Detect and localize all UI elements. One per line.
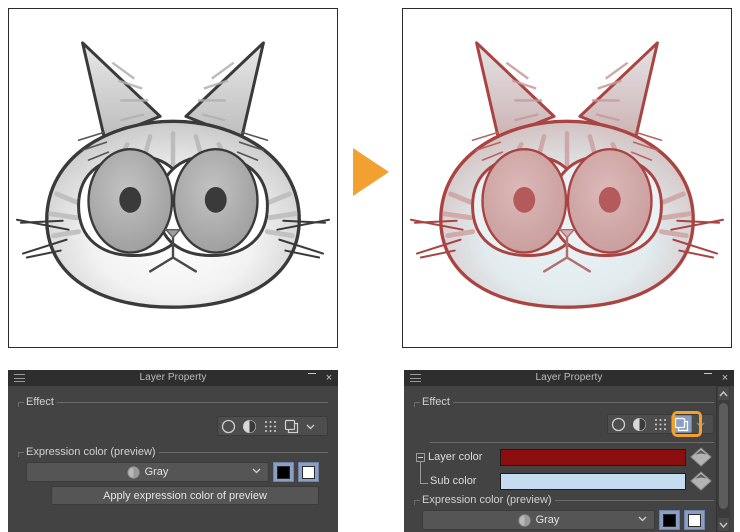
panel-titlebar[interactable]: Layer Property × xyxy=(8,370,338,386)
layer-property-panel-before: Layer Property × Effect Expression color… xyxy=(8,370,338,532)
artwork-panel-before xyxy=(8,8,338,348)
effect-icon-strip-after[interactable] xyxy=(607,414,714,434)
expression-color-value: Gray xyxy=(535,514,560,526)
tree-line-vertical xyxy=(420,462,421,484)
chevron-down-icon[interactable] xyxy=(251,465,262,479)
expression-color-select[interactable]: Gray xyxy=(26,462,269,482)
effect-none-icon[interactable] xyxy=(608,415,629,433)
artwork-panel-after xyxy=(402,8,732,348)
panel-title: Layer Property xyxy=(535,372,603,383)
scroll-up-button[interactable] xyxy=(718,387,729,400)
hamburger-icon[interactable] xyxy=(14,374,25,382)
gray-circle-icon xyxy=(126,465,140,479)
effect-halftone-icon[interactable] xyxy=(650,415,671,433)
primary-color-swatch[interactable] xyxy=(659,510,680,530)
close-button[interactable]: × xyxy=(720,370,730,386)
chevron-down-icon[interactable] xyxy=(692,415,708,433)
expression-color-group-label: Expression color (preview) xyxy=(24,446,159,458)
secondary-color-swatch[interactable] xyxy=(684,510,705,530)
layer-color-field[interactable] xyxy=(500,449,686,466)
effect-group-label: Effect xyxy=(420,396,453,408)
apply-expression-color-button[interactable]: Apply expression color of preview xyxy=(51,486,319,505)
pupil-left xyxy=(119,186,142,213)
expression-color-value: Gray xyxy=(144,466,169,478)
pupil-right xyxy=(598,186,621,213)
chevron-down-icon[interactable] xyxy=(637,513,648,527)
effect-tone-icon[interactable] xyxy=(629,415,650,433)
effect-layer-color-icon[interactable] xyxy=(281,417,302,435)
screenshot-root: Layer Property × Effect Expression color… xyxy=(0,0,740,532)
process-arrow xyxy=(349,146,393,198)
expression-color-select[interactable]: Gray xyxy=(422,510,655,530)
sub-color-picker-diamond-icon[interactable] xyxy=(690,471,712,491)
close-button[interactable]: × xyxy=(324,370,334,386)
effect-tone-icon[interactable] xyxy=(239,417,260,435)
hamburger-icon[interactable] xyxy=(410,374,421,382)
layer-property-panel-after: Layer Property × Effect Layer color Sub … xyxy=(404,370,734,532)
panel-title: Layer Property xyxy=(139,372,207,383)
tree-line-horizontal xyxy=(420,483,428,484)
scroll-down-button[interactable] xyxy=(718,518,729,531)
panel-scrollbar[interactable] xyxy=(716,386,730,532)
layer-color-label: Layer color xyxy=(428,451,483,463)
effect-none-icon[interactable] xyxy=(218,417,239,435)
arrow-right-icon xyxy=(353,148,389,196)
pupil-right xyxy=(204,186,227,213)
apply-expression-color-label: Apply expression color of preview xyxy=(103,489,267,502)
cat-face-recolored xyxy=(409,41,725,309)
effect-separator xyxy=(430,442,714,443)
gray-circle-icon xyxy=(517,513,531,527)
effect-layer-color-icon[interactable] xyxy=(671,415,692,433)
sub-color-label: Sub color xyxy=(430,475,477,487)
effect-group-label: Effect xyxy=(24,396,57,408)
chevron-down-icon[interactable] xyxy=(302,417,318,435)
panel-titlebar[interactable]: Layer Property × xyxy=(404,370,734,386)
effect-icon-strip-before[interactable] xyxy=(217,416,328,436)
effect-halftone-icon[interactable] xyxy=(260,417,281,435)
secondary-color-swatch[interactable] xyxy=(298,462,319,482)
layer-color-picker-diamond-icon[interactable] xyxy=(690,447,712,467)
pupil-left xyxy=(513,186,536,213)
cat-face-grayscale xyxy=(15,41,331,309)
expression-color-group-label: Expression color (preview) xyxy=(420,494,555,506)
layer-color-collapse-toggle[interactable] xyxy=(416,453,425,462)
sub-color-field[interactable] xyxy=(500,473,686,490)
scroll-thumb[interactable] xyxy=(719,403,728,509)
primary-color-swatch[interactable] xyxy=(273,462,294,482)
